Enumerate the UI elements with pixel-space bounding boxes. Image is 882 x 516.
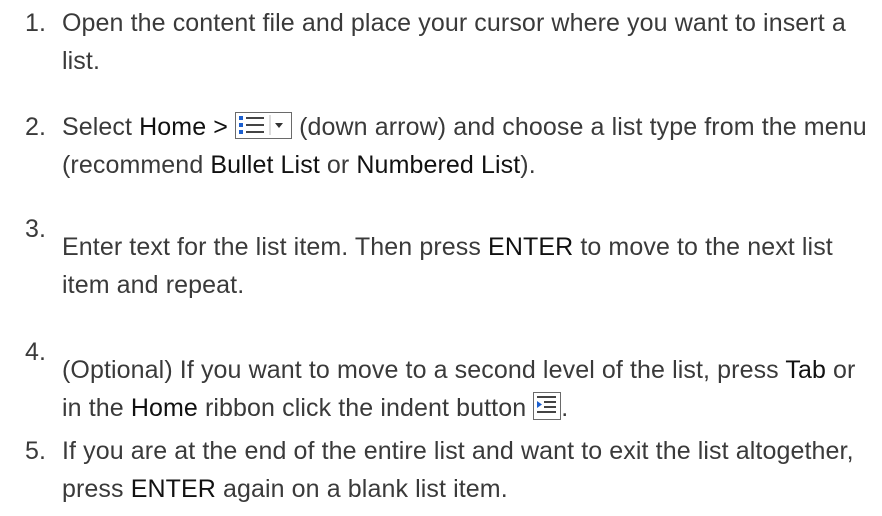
step-3: 3. Enter text for the list item. Then pr…	[25, 215, 875, 304]
step-2: 2. Select Home > (down arrow) and choose…	[25, 108, 875, 184]
step-4: 4. (Optional) If you want to move to a s…	[25, 338, 875, 427]
keyword-home: Home	[139, 113, 207, 141]
keyword-numbered-list: Numbered List	[356, 151, 521, 179]
keyword-home: Home	[130, 394, 198, 422]
instruction-steps: 1. Open the content file and place your …	[0, 0, 882, 516]
step-text: If you are at the end of the entire list…	[62, 437, 854, 503]
step-1: 1. Open the content file and place your …	[25, 4, 875, 80]
step-text: Open the content file and place your cur…	[62, 9, 846, 75]
step-number: 4.	[25, 338, 47, 366]
keyword-tab: Tab	[785, 356, 826, 384]
keyword-bullet-list: Bullet List	[210, 151, 320, 179]
keyword-enter: ENTER	[130, 475, 216, 503]
keyword-enter: ENTER	[488, 233, 574, 261]
step-number: 1.	[25, 9, 47, 37]
step-5: 5. If you are at the end of the entire l…	[25, 432, 875, 508]
step-text: Select Home > (down arrow) and choose a …	[62, 112, 867, 179]
step-text: Enter text for the list item. Then press…	[62, 233, 833, 299]
bullet-list-dropdown-icon	[235, 112, 293, 139]
indent-icon	[533, 392, 562, 420]
step-number: 3.	[25, 215, 47, 243]
step-number: 2.	[25, 113, 47, 141]
step-text: (Optional) If you want to move to a seco…	[62, 356, 856, 422]
step-number: 5.	[25, 437, 47, 465]
